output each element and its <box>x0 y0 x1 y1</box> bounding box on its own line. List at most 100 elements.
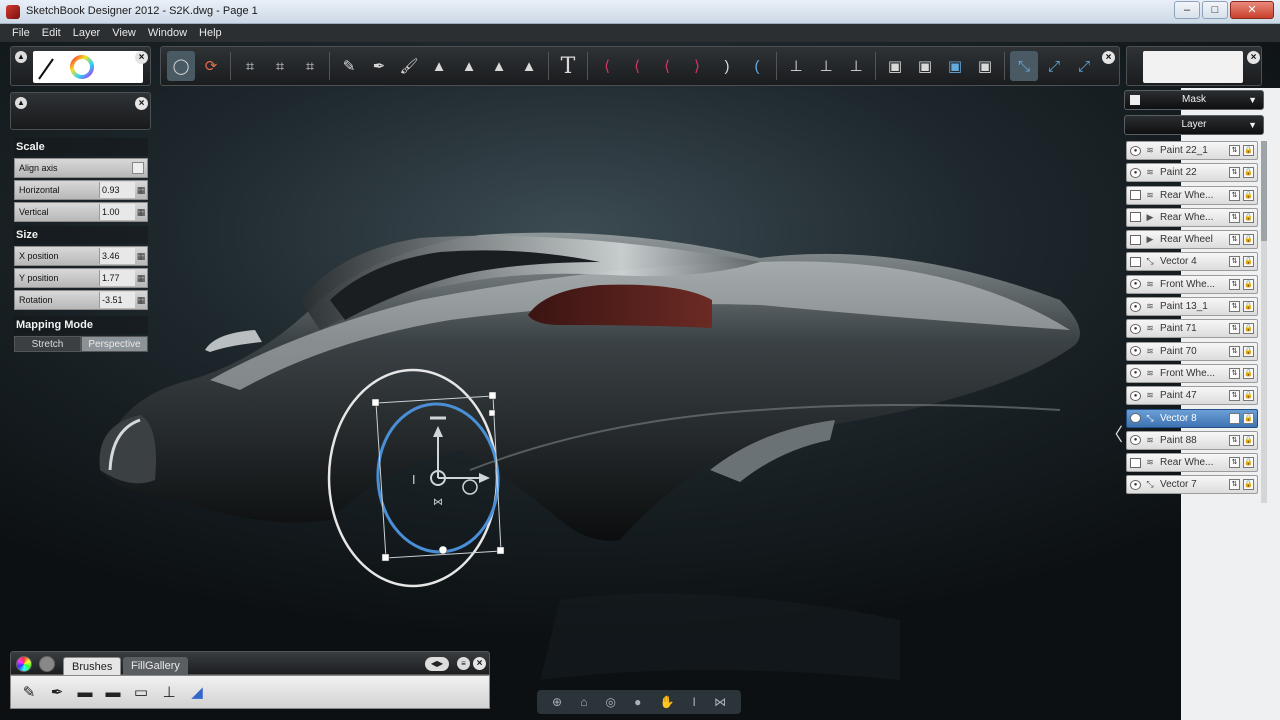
close-button[interactable]: ✕ <box>1230 1 1274 19</box>
layer-item[interactable]: ● ≋ Front Whe... ⇅ 🔒 <box>1126 363 1258 383</box>
eye-icon[interactable]: ● <box>1130 301 1141 312</box>
layer-options-icon[interactable]: ⇅ <box>1229 256 1240 268</box>
center-icon[interactable]: ● <box>634 695 641 709</box>
arc-icon[interactable]: ⟩ <box>683 51 711 81</box>
layer-options-icon[interactable]: ⇅ <box>1229 367 1240 379</box>
rotation-row[interactable]: Rotation -3.51 ▦ <box>14 290 148 310</box>
layer-options-icon[interactable]: ⇅ <box>1229 457 1240 469</box>
marker-icon[interactable]: ▲ <box>425 51 453 81</box>
layer-options-icon[interactable]: ⇅ <box>1229 301 1240 313</box>
fill-brush-icon[interactable]: ◢ <box>185 679 209 705</box>
grid-icon[interactable]: ▦ <box>135 182 147 198</box>
text-cursor-icon[interactable]: I <box>693 695 696 709</box>
layer-item[interactable]: ● ≋ Paint 22_1 ⇅ 🔒 <box>1126 141 1258 160</box>
symmetry-icon[interactable]: ⊥ <box>782 51 810 81</box>
crop-distort-icon[interactable]: ⌗ <box>296 51 324 81</box>
layer-options-icon[interactable]: ⇅ <box>1229 434 1240 446</box>
wide-marker-brush-icon[interactable]: ▬ <box>101 679 125 705</box>
eye-icon[interactable]: ● <box>1130 323 1141 334</box>
lock-icon[interactable]: 🔒 <box>1243 457 1254 469</box>
vector-transform-icon[interactable]: ⤢ <box>1070 51 1098 81</box>
airbrush-brush-icon[interactable]: ⊥ <box>157 679 181 705</box>
menu-file[interactable]: File <box>6 27 36 39</box>
expand-group-icon[interactable]: ▶ <box>1143 212 1157 223</box>
layer-tool-4-icon[interactable]: ▣ <box>971 51 999 81</box>
layer-tool-2-icon[interactable]: ▣ <box>911 51 939 81</box>
layer-scrollbar[interactable] <box>1261 141 1267 503</box>
lock-icon[interactable]: 🔒 <box>1243 167 1254 179</box>
zoom-icon[interactable]: ⊕ <box>552 695 562 709</box>
layer-item[interactable]: ● ≋ Front Whe... ⇅ 🔒 <box>1126 274 1258 294</box>
brush-icon[interactable]: 🖌 <box>395 51 423 81</box>
expand-group-icon[interactable]: ▶ <box>1143 234 1157 245</box>
scrollbar-thumb[interactable] <box>1261 141 1267 241</box>
horizontal-row[interactable]: Horizontal 0.93 ▦ <box>14 180 148 200</box>
lock-icon[interactable]: 🔒 <box>1243 278 1254 290</box>
scroll-arrows-icon[interactable]: ◀▶ <box>425 657 449 671</box>
visibility-checkbox[interactable] <box>1130 190 1141 201</box>
marker-brush-icon[interactable]: ▬ <box>73 679 97 705</box>
lock-icon[interactable]: 🔒 <box>1243 367 1254 379</box>
fit-icon[interactable]: ⋈ <box>714 695 726 709</box>
lasso-icon[interactable]: ◯ <box>167 51 195 81</box>
drawing-canvas[interactable]: I ⋈ <box>0 42 1280 720</box>
layer-item[interactable]: ≋ Rear Whe... ⇅ 🔒 <box>1126 185 1258 205</box>
ellipse-curve-icon[interactable]: ( <box>743 51 771 81</box>
rotation-input[interactable]: -3.51 <box>99 292 135 308</box>
lock-icon[interactable]: 🔒 <box>1243 345 1254 357</box>
vertical-row[interactable]: Vertical 1.00 ▦ <box>14 202 148 222</box>
current-color-swatch[interactable] <box>33 51 143 83</box>
close-icon[interactable]: × <box>135 97 148 110</box>
rotate-icon[interactable]: ◎ <box>606 695 616 709</box>
pen-icon[interactable]: ✒ <box>365 51 393 81</box>
eye-icon[interactable]: ● <box>1130 279 1141 290</box>
collapse-icon[interactable]: ▲ <box>15 51 27 63</box>
layer-options-icon[interactable]: ⇅ <box>1229 323 1240 335</box>
pan-hand-icon[interactable]: ✋ <box>659 695 674 709</box>
visibility-checkbox[interactable] <box>1130 256 1141 267</box>
mask-checkbox[interactable] <box>1130 95 1140 105</box>
lock-icon[interactable]: 🔒 <box>1243 390 1254 402</box>
french-curve-icon[interactable]: ) <box>713 51 741 81</box>
eye-icon[interactable]: ● <box>1130 167 1141 178</box>
curve-3-icon[interactable]: ⟨ <box>653 51 681 81</box>
layer-options-icon[interactable]: ⇅ <box>1229 189 1240 201</box>
eraser-brush-icon[interactable]: ▭ <box>129 679 153 705</box>
y-position-row[interactable]: Y position 1.77 ▦ <box>14 268 148 288</box>
lock-icon[interactable]: 🔒 <box>1243 234 1254 246</box>
eye-icon[interactable]: ● <box>1130 413 1141 424</box>
grid-icon[interactable]: ▦ <box>135 270 147 286</box>
layer-item[interactable]: ⤡ Vector 4 ⇅ 🔒 <box>1126 252 1258 272</box>
pencil-icon[interactable]: ✎ <box>335 51 363 81</box>
minimize-button[interactable]: – <box>1174 1 1200 19</box>
layer-options-icon[interactable]: ⇅ <box>1229 167 1240 179</box>
lock-icon[interactable]: 🔒 <box>1243 301 1254 313</box>
y-position-input[interactable]: 1.77 <box>99 270 135 286</box>
vector-edit-icon[interactable]: ⤢ <box>1040 51 1068 81</box>
lock-icon[interactable]: 🔒 <box>1243 323 1254 335</box>
lock-icon[interactable]: 🔒 <box>1243 211 1254 223</box>
layer-item[interactable]: ● ⤡ Vector 8 ⇅ 🔒 <box>1126 408 1258 428</box>
close-icon[interactable]: × <box>473 657 486 670</box>
menu-icon[interactable]: ≡ <box>457 657 470 670</box>
eraser-icon[interactable]: ▲ <box>485 51 513 81</box>
eye-icon[interactable]: ● <box>1130 346 1141 357</box>
eye-icon[interactable]: ● <box>1130 368 1141 379</box>
layer-item[interactable]: ● ≋ Paint 71 ⇅ 🔒 <box>1126 319 1258 339</box>
menu-edit[interactable]: Edit <box>36 27 67 39</box>
stretch-button[interactable]: Stretch <box>14 336 81 352</box>
layer-options-icon[interactable]: ⇅ <box>1229 479 1240 491</box>
layer-options-icon[interactable]: ⇅ <box>1229 390 1240 402</box>
layer-dropdown[interactable]: Layer ▼ <box>1124 115 1264 135</box>
close-icon[interactable]: × <box>1247 51 1260 64</box>
layer-item[interactable]: ● ≋ Paint 47 ⇅ 🔒 <box>1126 386 1258 406</box>
curve-icon[interactable]: ⟨ <box>593 51 621 81</box>
collapse-panel-icon[interactable]: 〈 <box>1105 421 1123 447</box>
airbrush-icon[interactable]: ▲ <box>455 51 483 81</box>
lock-icon[interactable]: 🔒 <box>1243 189 1254 201</box>
visibility-checkbox[interactable] <box>1130 234 1141 245</box>
pencil-brush-icon[interactable]: ✎ <box>17 679 41 705</box>
eye-icon[interactable]: ● <box>1130 390 1141 401</box>
vertical-input[interactable]: 1.00 <box>99 204 135 220</box>
menu-layer[interactable]: Layer <box>67 27 107 39</box>
